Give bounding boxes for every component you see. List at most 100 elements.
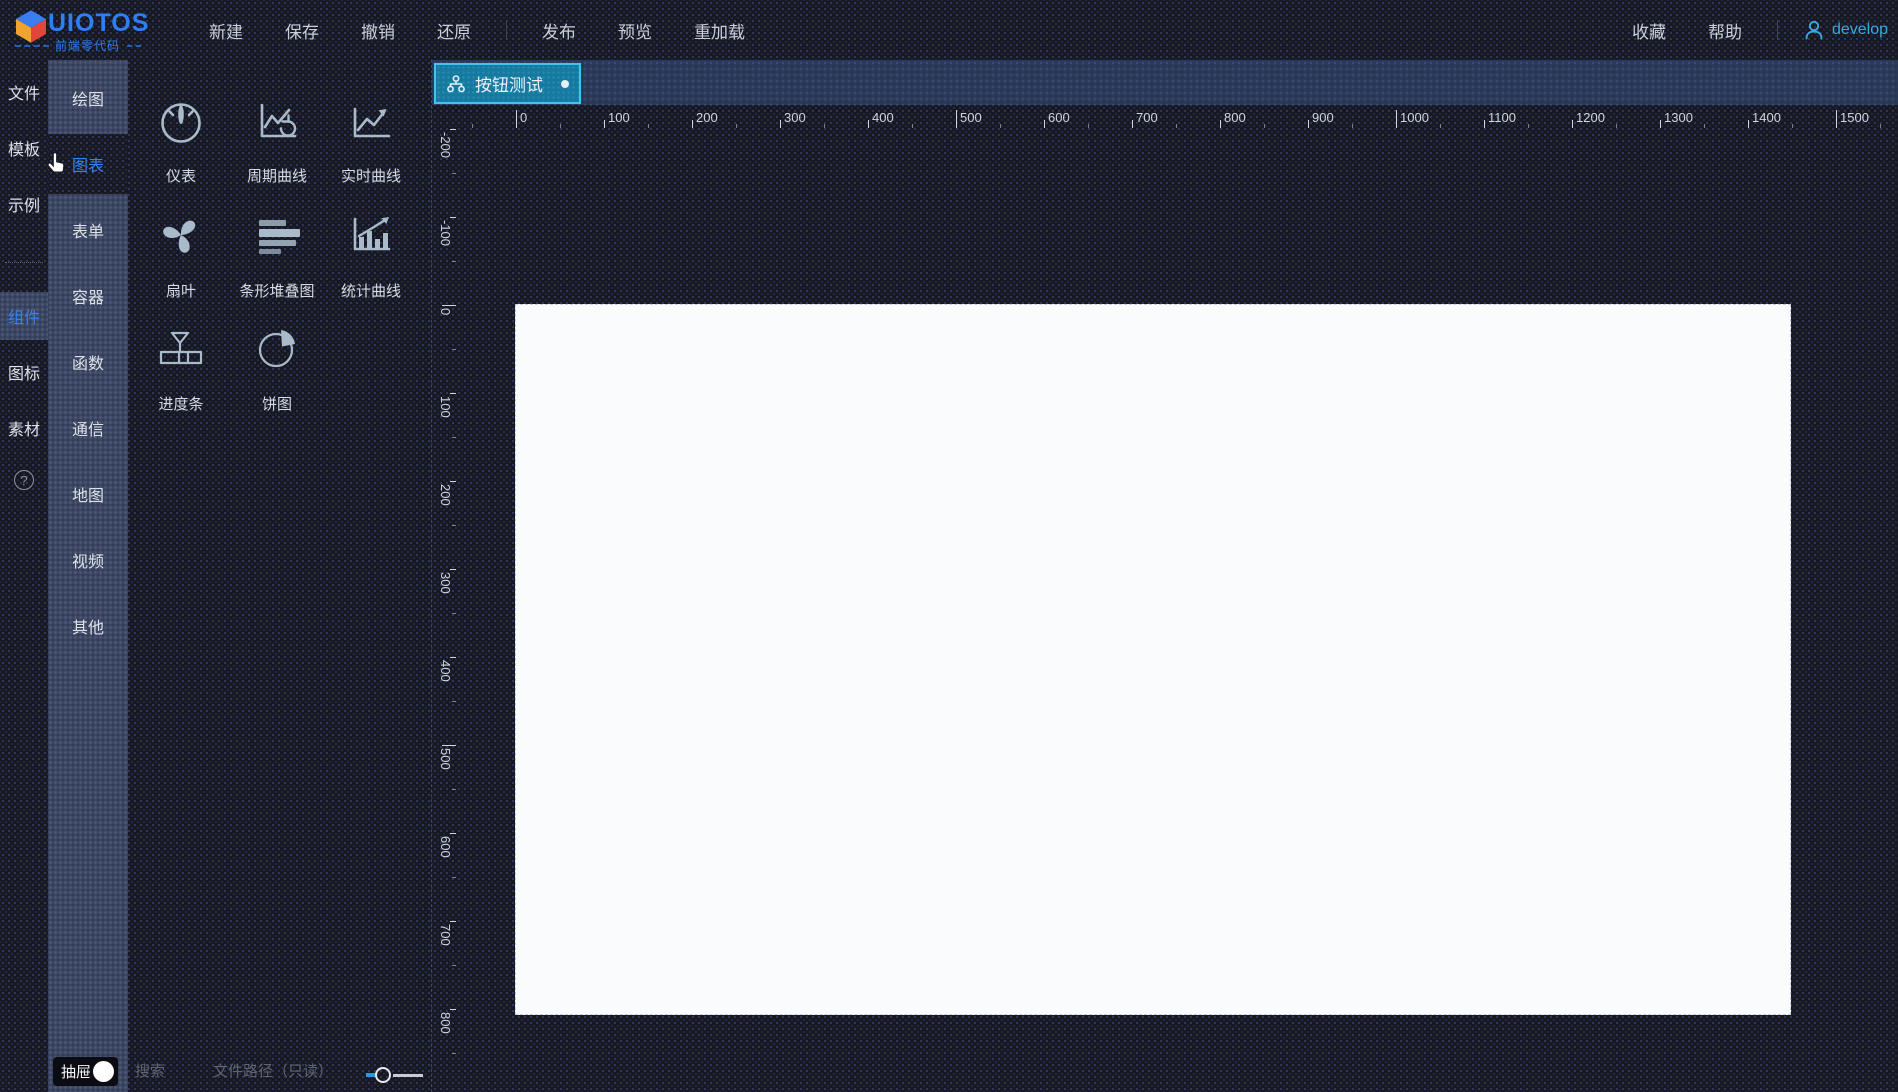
ruler-label: 700 — [1136, 110, 1158, 125]
ruler-tick — [450, 129, 456, 130]
sidebar-item-6[interactable]: 素材 — [0, 404, 48, 452]
ruler-tick — [450, 393, 456, 394]
horizontal-ruler: 0100200300400500600700800900100011001200… — [432, 105, 1898, 130]
ruler-tick — [442, 305, 456, 306]
menu-item[interactable]: 帮助 — [1708, 18, 1742, 43]
stacked-bar-icon — [253, 211, 301, 264]
sidebar-item-3[interactable]: 示例 — [0, 180, 48, 228]
ruler-tick-minor — [472, 124, 473, 128]
component-label: 条形堆叠图 — [229, 280, 325, 301]
sidebar-secondary: 抽屉 绘图图表表单容器函数通信地图视频其他 — [48, 60, 128, 1092]
ruler-tick-minor — [452, 877, 456, 878]
ruler-tick-minor — [736, 124, 737, 128]
sidebar-item-5[interactable]: 图标 — [0, 348, 48, 396]
ruler-tick — [1572, 120, 1573, 128]
ruler-tick-minor — [1000, 124, 1001, 128]
ruler-label: 400 — [438, 660, 452, 682]
ruler-tick — [1044, 120, 1045, 128]
drawer-toggle-knob[interactable] — [93, 1061, 114, 1082]
ruler-tick-minor — [452, 173, 456, 174]
category-item-6[interactable]: 通信 — [48, 398, 128, 458]
ruler-tick-minor — [1528, 124, 1529, 128]
ruler-tick-minor — [1616, 124, 1617, 128]
sidebar-item-2[interactable]: 模板 — [0, 124, 48, 172]
ruler-tick-minor — [452, 261, 456, 262]
ruler-tick — [516, 110, 517, 128]
ruler-label: 1000 — [1400, 110, 1429, 125]
menu-item[interactable]: 收藏 — [1632, 18, 1666, 43]
drawer-toggle[interactable]: 抽屉 — [53, 1057, 118, 1086]
component-fan[interactable] — [133, 211, 229, 264]
component-progress-bar[interactable] — [133, 324, 229, 377]
user-menu[interactable]: develop — [1802, 18, 1888, 42]
ruler-tick-minor — [1176, 124, 1177, 128]
ruler-label: 100 — [608, 110, 630, 125]
top-menu: 新建 保存 撤销 还原 发布 预览 重加载 — [188, 0, 766, 60]
tab-button-test[interactable]: 按钮测试 — [434, 63, 581, 104]
ruler-label: 1500 — [1840, 110, 1869, 125]
ruler-tick — [1308, 120, 1309, 128]
sidebar-primary: ? 文件模板示例组件图标素材 — [0, 60, 48, 1092]
zoom-slider-knob[interactable] — [375, 1067, 391, 1083]
ruler-tick-minor — [648, 124, 649, 128]
ruler-label: -200 — [438, 132, 452, 158]
component-stats-curve[interactable] — [323, 211, 419, 264]
component-cycle-curve[interactable] — [229, 98, 325, 151]
ruler-tick-minor — [452, 965, 456, 966]
ruler-tick — [1836, 110, 1837, 128]
component-label: 饼图 — [229, 393, 325, 414]
ruler-label: 1200 — [1576, 110, 1605, 125]
zoom-slider[interactable] — [366, 1066, 424, 1084]
progress-bar-icon — [157, 324, 205, 377]
canvas-page[interactable] — [515, 304, 1791, 1015]
sidebar-item-4[interactable]: 组件 — [0, 292, 48, 340]
menu-item[interactable]: 重加载 — [694, 18, 745, 43]
ruler-tick-minor — [452, 789, 456, 790]
menu-item[interactable]: 发布 — [542, 18, 576, 43]
ruler-tick — [868, 120, 869, 128]
ruler-tick-minor — [1792, 124, 1793, 128]
ruler-tick-minor — [452, 437, 456, 438]
username-label: develop — [1832, 21, 1888, 39]
ruler-tick — [1396, 110, 1397, 128]
category-item-4[interactable]: 容器 — [48, 266, 128, 326]
help-icon[interactable]: ? — [14, 470, 34, 490]
component-realtime-curve[interactable] — [323, 98, 419, 151]
ruler-tick — [450, 217, 456, 218]
ruler-tick-minor — [560, 124, 561, 128]
category-item-8[interactable]: 视频 — [48, 530, 128, 590]
search-button[interactable]: 搜索 — [135, 1060, 165, 1081]
sidebar-item-1[interactable]: 文件 — [0, 68, 48, 116]
menu-item[interactable]: 保存 — [285, 18, 319, 43]
ruler-tick-minor — [1704, 124, 1705, 128]
component-gauge[interactable] — [133, 98, 229, 151]
category-item-9[interactable]: 其他 — [48, 596, 128, 656]
component-pie-chart[interactable] — [229, 324, 325, 377]
ruler-tick — [956, 110, 957, 128]
category-item-2[interactable]: 图表 — [48, 134, 128, 194]
menu-item[interactable]: 新建 — [209, 18, 243, 43]
menu-item[interactable]: 预览 — [618, 18, 652, 43]
ruler-tick — [1748, 120, 1749, 128]
ruler-tick-minor — [452, 1053, 456, 1054]
category-item-7[interactable]: 地图 — [48, 464, 128, 524]
app-tagline: 前端零代码 — [55, 37, 120, 54]
component-label: 扇叶 — [133, 280, 229, 301]
ruler-label: 500 — [438, 748, 452, 770]
ruler-tick — [1132, 120, 1133, 128]
menu-item[interactable]: 撤销 — [361, 18, 395, 43]
cycle-curve-icon — [253, 98, 301, 151]
logo-dash-right — [127, 45, 141, 47]
top-menu-right: 收藏 帮助 develop — [1611, 0, 1888, 60]
category-item-1[interactable]: 绘图 — [48, 68, 128, 128]
ruler-label: 700 — [438, 924, 452, 946]
category-item-3[interactable]: 表单 — [48, 200, 128, 260]
stats-curve-icon — [347, 211, 395, 264]
menu-item[interactable]: 还原 — [437, 18, 471, 43]
category-item-5[interactable]: 函数 — [48, 332, 128, 392]
fan-icon — [157, 211, 205, 264]
ruler-label: 400 — [872, 110, 894, 125]
vertical-ruler: -200-1000100200300400500600700800 — [432, 120, 458, 1092]
component-stacked-bar[interactable] — [229, 211, 325, 264]
app-root: UIOTOS 前端零代码 新建保存撤销还原发布预览重加载 收藏帮助 develo… — [0, 0, 1898, 1092]
